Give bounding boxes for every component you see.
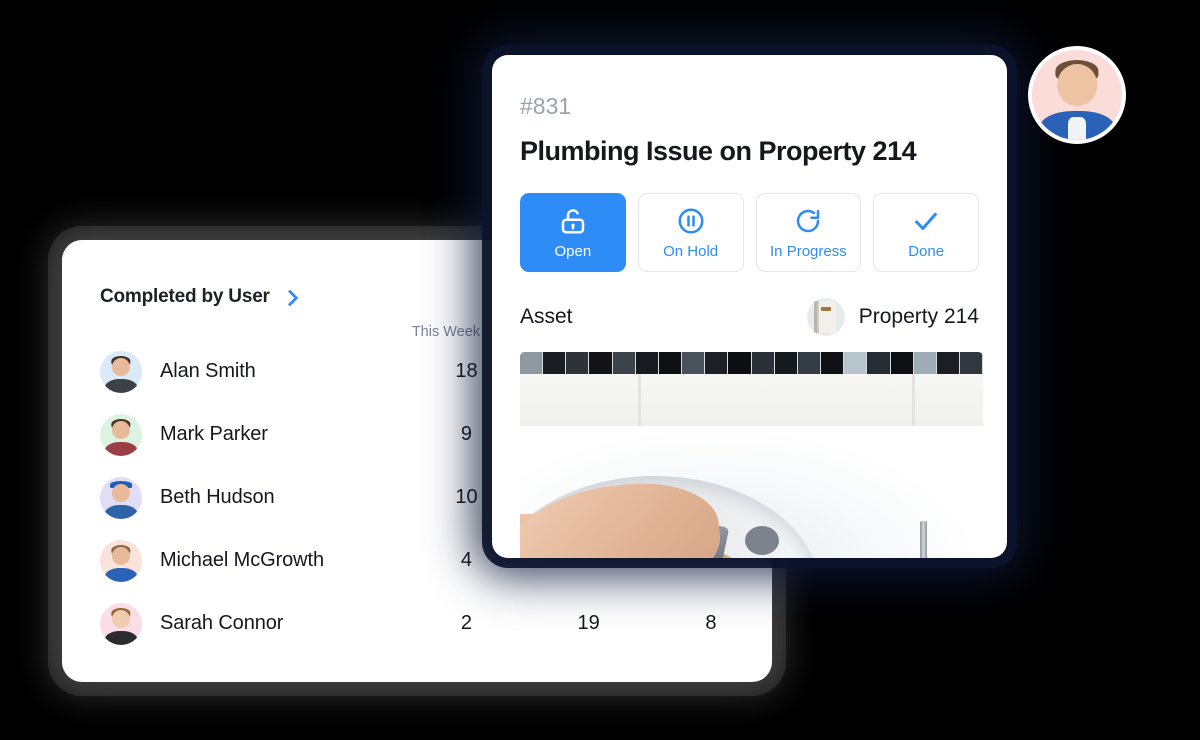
- avatar: [100, 350, 142, 393]
- table-row[interactable]: Sarah Connor 2 19 8: [62, 592, 772, 655]
- page-title: Completed by User: [100, 286, 270, 307]
- asset-value: Property 214: [858, 305, 979, 328]
- user-name: Michael McGrowth: [160, 549, 324, 571]
- user-name: Beth Hudson: [160, 486, 275, 508]
- refresh-icon: [797, 209, 820, 232]
- asset-row[interactable]: Asset Property 214: [520, 298, 979, 352]
- status-label: On Hold: [663, 242, 719, 260]
- status-label: In Progress: [770, 242, 847, 260]
- status-button-open[interactable]: Open: [520, 193, 626, 272]
- user-value-3: 8: [705, 612, 717, 634]
- door-thumbnail-icon: [806, 298, 845, 336]
- chevron-right-icon[interactable]: [282, 289, 298, 305]
- status-button-in-progress[interactable]: In Progress: [755, 193, 862, 272]
- user-name: Sarah Connor: [160, 612, 284, 634]
- tile-backsplash: [520, 352, 983, 376]
- screenshot-stage: Completed by User This Week Alan Smith 1…: [0, 0, 1200, 740]
- user-name: Alan Smith: [160, 360, 256, 382]
- user-value-2: 19: [577, 612, 600, 634]
- sink-basin-area: [520, 426, 983, 558]
- status-label: Done: [908, 242, 945, 260]
- ticket-detail-card: #831 Plumbing Issue on Property 214 Open: [492, 55, 1007, 558]
- status-button-on-hold[interactable]: On Hold: [637, 193, 744, 272]
- technician-avatar[interactable]: [1028, 46, 1126, 144]
- ticket-body: #831 Plumbing Issue on Property 214 Open: [492, 55, 1007, 558]
- ticket-title: Plumbing Issue on Property 214: [520, 136, 917, 166]
- user-name: Mark Parker: [160, 423, 268, 445]
- plumbing-repair-photo[interactable]: [520, 352, 983, 558]
- status-selector: Open On Hold In Progress Done: [520, 193, 979, 272]
- avatar: [100, 476, 142, 519]
- status-button-done[interactable]: Done: [873, 193, 979, 272]
- header-spacer: [62, 324, 381, 340]
- unlock-icon: [561, 208, 585, 233]
- ticket-id: #831: [520, 93, 572, 119]
- asset-label: Asset: [520, 305, 573, 328]
- pause-circle-icon: [678, 208, 704, 233]
- avatar: [100, 539, 142, 582]
- status-label: Open: [554, 242, 592, 260]
- user-value-this-week: 2: [460, 612, 473, 634]
- asset-value-group: Property 214: [806, 298, 979, 336]
- avatar: [100, 413, 142, 456]
- avatar: [100, 602, 142, 645]
- check-icon: [915, 212, 937, 230]
